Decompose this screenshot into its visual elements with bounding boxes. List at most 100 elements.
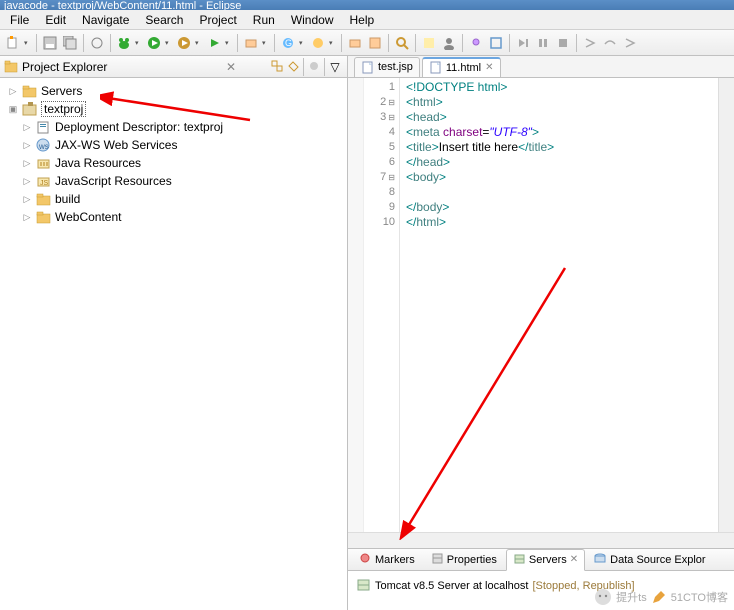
watermark-text1: 提升ts xyxy=(616,589,647,605)
save-all-button[interactable] xyxy=(61,34,79,52)
new-package-button[interactable] xyxy=(309,34,327,52)
expand-toggle[interactable]: ▷ xyxy=(22,194,32,204)
tree-node-deployment-descriptor-textproj[interactable]: ▷ Deployment Descriptor: textproj xyxy=(0,118,347,136)
tree-label[interactable]: JavaScript Resources xyxy=(55,174,172,188)
tree-node-webcontent[interactable]: ▷ WebContent xyxy=(0,208,347,226)
svg-text:G: G xyxy=(285,38,292,48)
watermark-text2: 51CTO博客 xyxy=(671,589,728,605)
menu-search[interactable]: Search xyxy=(137,11,191,29)
menu-project[interactable]: Project xyxy=(191,11,244,29)
editor-tabs: test.jsp 11.html ✕ xyxy=(348,56,734,78)
code-area[interactable]: <!DOCTYPE html><html><head><meta charset… xyxy=(400,78,718,532)
new-button[interactable] xyxy=(4,34,22,52)
tree-label[interactable]: WebContent xyxy=(55,210,122,224)
dd-icon xyxy=(36,120,51,135)
toggle-mark-button[interactable] xyxy=(420,34,438,52)
pin-button[interactable] xyxy=(467,34,485,52)
open-type-button[interactable] xyxy=(346,34,364,52)
tree-label[interactable]: Java Resources xyxy=(55,156,141,170)
tree-node-javascript-resources[interactable]: ▷ JS JavaScript Resources xyxy=(0,172,347,190)
new-dropdown[interactable]: ▾ xyxy=(24,39,32,47)
line-gutter: 12⊟3⊟4567⊟8910 xyxy=(364,78,400,532)
menu-window[interactable]: Window xyxy=(283,11,342,29)
menu-file[interactable]: File xyxy=(2,11,37,29)
code-editor[interactable]: 12⊟3⊟4567⊟8910 <!DOCTYPE html><html><hea… xyxy=(348,78,734,532)
tab-label: test.jsp xyxy=(378,61,413,73)
tree-label[interactable]: build xyxy=(55,192,80,206)
expand-toggle[interactable]: ▷ xyxy=(22,122,32,132)
expand-toggle[interactable]: ▷ xyxy=(22,140,32,150)
wechat-icon xyxy=(594,588,612,606)
tree-node-jax-ws-web-services[interactable]: ▷wsJAX-WS Web Services xyxy=(0,136,347,154)
markers-icon xyxy=(359,552,372,568)
refresh-button[interactable] xyxy=(487,34,505,52)
expand-toggle[interactable]: ▷ xyxy=(22,212,32,222)
close-view-button[interactable]: ✕ xyxy=(223,59,239,75)
focus-task-button[interactable] xyxy=(306,59,322,75)
step-return-button[interactable] xyxy=(621,34,639,52)
expand-toggle[interactable]: ▷ xyxy=(22,176,32,186)
tree-label[interactable]: textproj xyxy=(41,101,86,117)
user-button[interactable] xyxy=(440,34,458,52)
tab-label: 11.html xyxy=(446,62,481,74)
save-button[interactable] xyxy=(41,34,59,52)
tree-node-java-resources[interactable]: ▷ Java Resources xyxy=(0,154,347,172)
debug-skip-button[interactable] xyxy=(88,34,106,52)
bottom-tab-properties[interactable]: Properties xyxy=(424,549,504,571)
close-tab[interactable]: ✕ xyxy=(485,62,493,73)
new-wizard-button[interactable]: G xyxy=(279,34,297,52)
explorer-icon xyxy=(4,60,18,74)
pencil-icon xyxy=(651,589,667,605)
debug-suspend-button[interactable] xyxy=(534,34,552,52)
horizontal-scrollbar[interactable] xyxy=(348,532,734,548)
run-button[interactable] xyxy=(145,34,163,52)
file-icon xyxy=(429,61,442,74)
folder-icon xyxy=(36,192,51,207)
menu-edit[interactable]: Edit xyxy=(37,11,74,29)
server-icon xyxy=(356,577,371,595)
menu-run[interactable]: Run xyxy=(245,11,283,29)
tab-label: Data Source Explor xyxy=(610,554,705,566)
editor-tab-11-html[interactable]: 11.html ✕ xyxy=(422,57,501,77)
tab-label: Markers xyxy=(375,554,415,566)
tab-label: Servers xyxy=(529,554,567,566)
project-explorer-panel: Project Explorer ✕ ▽ ▷ Servers ▣ textproj ▷ D… xyxy=(0,56,348,610)
collapse-all-button[interactable] xyxy=(269,59,285,75)
new-server-button[interactable] xyxy=(242,34,260,52)
svg-text:JS: JS xyxy=(40,180,49,187)
open-task-button[interactable] xyxy=(366,34,384,52)
tree-label[interactable]: Servers xyxy=(41,84,82,98)
debug-terminate-button[interactable] xyxy=(554,34,572,52)
step-over-button[interactable] xyxy=(601,34,619,52)
bottom-tab-markers[interactable]: Markers xyxy=(352,549,422,571)
dse-icon xyxy=(594,552,607,568)
project-icon xyxy=(22,102,37,117)
search-button[interactable] xyxy=(393,34,411,52)
tree-label[interactable]: Deployment Descriptor: textproj xyxy=(55,120,223,134)
link-editor-button[interactable] xyxy=(285,59,301,75)
expand-toggle[interactable]: ▣ xyxy=(8,104,18,114)
expand-toggle[interactable]: ▷ xyxy=(22,158,32,168)
server-name[interactable]: Tomcat v8.5 Server at localhost xyxy=(375,580,528,592)
tree-node-textproj[interactable]: ▣ textproj xyxy=(0,100,347,118)
editor-tab-test-jsp[interactable]: test.jsp xyxy=(354,57,420,77)
menu-navigate[interactable]: Navigate xyxy=(74,11,137,29)
debug-button[interactable] xyxy=(115,34,133,52)
debug-resume-button[interactable] xyxy=(514,34,532,52)
close-tab[interactable]: ✕ xyxy=(570,554,578,565)
coverage-button[interactable] xyxy=(175,34,193,52)
tree-node-servers[interactable]: ▷ Servers xyxy=(0,82,347,100)
folder-icon xyxy=(22,84,37,99)
tree-node-build[interactable]: ▷ build xyxy=(0,190,347,208)
project-explorer-title: Project Explorer xyxy=(22,60,223,74)
step-into-button[interactable] xyxy=(581,34,599,52)
menu-help[interactable]: Help xyxy=(342,11,383,29)
tree-label[interactable]: JAX-WS Web Services xyxy=(55,138,177,152)
run-last-button[interactable] xyxy=(205,34,223,52)
bottom-tab-data-source-explor[interactable]: Data Source Explor xyxy=(587,549,712,571)
bottom-tab-servers[interactable]: Servers ✕ xyxy=(506,549,585,571)
expand-toggle[interactable]: ▷ xyxy=(8,86,18,96)
vertical-scrollbar[interactable] xyxy=(718,78,734,532)
view-menu-button[interactable]: ▽ xyxy=(327,59,343,75)
tab-label: Properties xyxy=(447,554,497,566)
